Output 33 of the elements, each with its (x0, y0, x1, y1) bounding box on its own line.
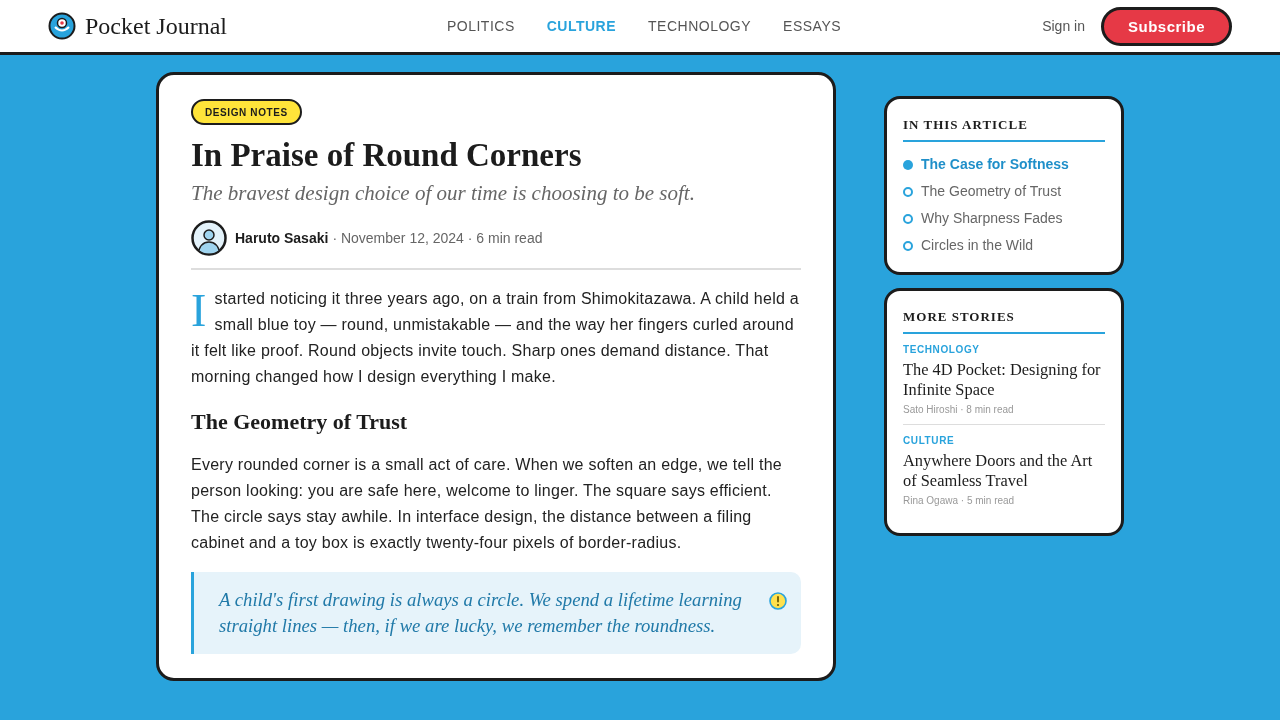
nav-link[interactable]: POLITICS (446, 18, 515, 34)
toc-title: IN THIS ARTICLE (903, 117, 1105, 142)
toc-link[interactable]: Circles in the Wild (903, 237, 1105, 254)
quote-text: A child's first drawing is always a circle. We spend a lifetime learning straight lines — then, if we are lucky, we remember the roundness. (219, 588, 743, 638)
sign-in-link[interactable]: Sign in (1042, 18, 1085, 34)
ring-icon (903, 186, 913, 197)
ring-icon (903, 240, 913, 251)
author-name: Haruto Sasaki (235, 230, 329, 246)
section-heading: The Geometry of Trust (191, 408, 409, 436)
article-paragraph: Every rounded corner is a small act of care. When we soften an edge, we tell the person looking: you are safe here, welcome to linger. The square says efficient. The circle says stay awhile. In interface design, the distance between a filing cabinet and a toy box is exactly twenty-four pixels of border-radius. (191, 455, 783, 553)
story-meta: Rina Ogawa · 5 min read (903, 495, 1016, 506)
article-title: In Praise of Round Corners (191, 136, 583, 175)
story-title-link[interactable]: Anywhere Doors and the Art of Seamless Travel (903, 451, 1105, 491)
site-logo-text[interactable]: Pocket Journal (85, 12, 227, 40)
alert-icon (769, 592, 787, 610)
story-category: TECHNOLOGY (903, 344, 981, 355)
category-tag: DESIGN NOTES (191, 99, 302, 125)
logo-icon (48, 12, 76, 40)
avatar-icon (191, 220, 227, 256)
filled-dot-icon (903, 159, 913, 170)
nav-link[interactable]: TECHNOLOGY (648, 18, 752, 34)
ring-icon (903, 213, 913, 224)
story-title-link[interactable]: The 4D Pocket: Designing for Infinite Space (903, 360, 1105, 400)
story-category: CULTURE (903, 435, 956, 446)
story-meta: Sato Hiroshi · 8 min read (903, 404, 1015, 415)
toc-link[interactable]: Why Sharpness Fades (903, 210, 1105, 227)
more-stories-title: MORE STORIES (903, 309, 1105, 334)
article-meta: · November 12, 2024 · 6 min read (332, 230, 543, 246)
article-subtitle: The bravest design choice of our time is choosing to be soft. (191, 180, 696, 206)
toc-link[interactable]: The Geometry of Trust (903, 183, 1105, 200)
subscribe-button[interactable]: Subscribe (1100, 6, 1232, 46)
toc-link[interactable]: The Case for Softness (903, 156, 1105, 173)
nav-link[interactable]: ESSAYS (783, 18, 842, 34)
